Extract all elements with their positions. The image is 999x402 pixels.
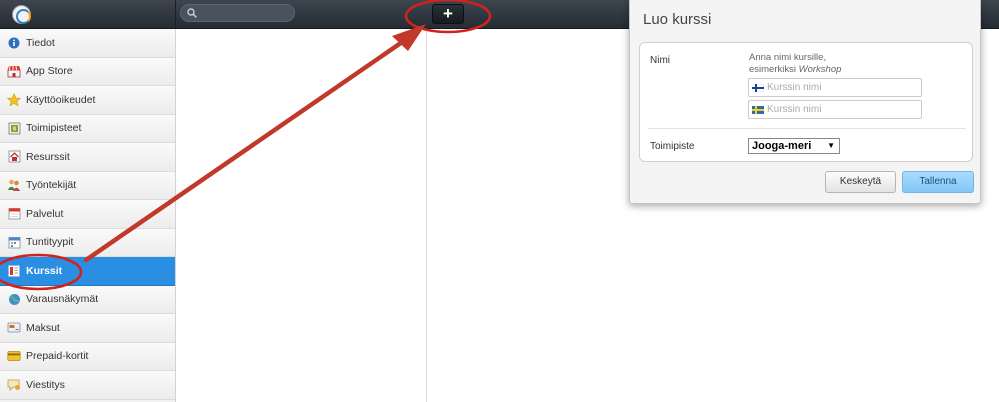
house-icon	[7, 150, 21, 164]
course-icon	[7, 264, 21, 278]
globe-icon	[7, 292, 21, 306]
sidebar-item-kayttooikeudet[interactable]: Käyttöoikeudet	[0, 86, 175, 115]
sidebar-item-tiedot[interactable]: Tiedot	[0, 29, 175, 58]
sidebar-item-kurssit[interactable]: Kurssit	[0, 257, 175, 286]
sidebar-item-label: Kurssit	[26, 264, 63, 277]
course-list-panel	[177, 29, 427, 402]
sidebar-item-tuntityypit[interactable]: Tuntityypit	[0, 228, 175, 257]
help-example: Workshop	[798, 64, 842, 75]
message-icon	[7, 378, 21, 392]
calendar-grid-icon	[7, 235, 21, 249]
help-line-2-prefix: esimerkiksi	[749, 64, 799, 75]
logo-area	[0, 0, 176, 29]
sidebar: Tiedot App Store Käyttöoikeudet Toimipis…	[0, 29, 176, 402]
search-input[interactable]	[201, 6, 291, 20]
calendar-icon	[7, 207, 21, 221]
location-select-value: Jooga-meri	[752, 140, 812, 152]
location-label: Toimipiste	[650, 141, 695, 152]
dialog-title: Luo kurssi	[643, 11, 712, 28]
finnish-flag-icon	[752, 84, 764, 92]
sidebar-item-label: Käyttöoikeudet	[26, 93, 96, 106]
search-icon	[187, 8, 197, 18]
sidebar-item-label: Tuntityypit	[26, 236, 74, 249]
sidebar-item-label: Palvelut	[26, 207, 64, 220]
info-icon	[7, 36, 21, 50]
course-name-fi-input[interactable]	[767, 80, 917, 95]
location-icon	[7, 121, 21, 135]
search-box[interactable]	[180, 4, 295, 22]
form-divider	[648, 128, 966, 129]
sidebar-item-maksut[interactable]: Maksut	[0, 314, 175, 343]
help-line-1: Anna nimi kursille,	[749, 52, 827, 63]
save-button[interactable]: Tallenna	[902, 171, 974, 193]
sidebar-item-label: Työntekijät	[26, 179, 77, 192]
sidebar-item-app-store[interactable]: App Store	[0, 57, 175, 86]
sidebar-item-label: Resurssit	[26, 150, 70, 163]
sidebar-item-label: Maksut	[26, 321, 60, 334]
course-name-sv-input[interactable]	[767, 102, 917, 117]
store-icon	[7, 64, 21, 78]
sidebar-item-label: Tiedot	[26, 36, 55, 49]
sidebar-item-palvelut[interactable]: Palvelut	[0, 200, 175, 229]
sidebar-item-label: Varausnäkymät	[26, 293, 99, 306]
sidebar-item-label: Prepaid-kortit	[26, 350, 89, 363]
sidebar-item-varausnakymat[interactable]: Varausnäkymät	[0, 285, 175, 314]
dialog-form: Nimi Anna nimi kursille, esimerkiksi Wor…	[639, 42, 973, 162]
sidebar-item-toimipisteet[interactable]: Toimipisteet	[0, 114, 175, 143]
cancel-button[interactable]: Keskeytä	[825, 171, 896, 193]
name-field-fi[interactable]	[748, 78, 922, 97]
sidebar-item-label: Toimipisteet	[26, 122, 82, 135]
sidebar-item-label: App Store	[26, 65, 73, 78]
add-button[interactable]: +	[432, 4, 464, 24]
name-label: Nimi	[650, 55, 670, 66]
card-icon	[7, 349, 21, 363]
sidebar-item-tyontekijat[interactable]: Työntekijät	[0, 171, 175, 200]
name-field-sv[interactable]	[748, 100, 922, 119]
sidebar-item-prepaid-kortit[interactable]: Prepaid-kortit	[0, 342, 175, 371]
star-icon	[7, 92, 21, 107]
app-window: + Tiedot App Store Käyttöoikeudet Toimip…	[0, 0, 999, 402]
app-logo-icon[interactable]	[12, 5, 31, 24]
people-icon	[7, 178, 21, 192]
name-help-text: Anna nimi kursille, esimerkiksi Workshop	[749, 52, 841, 76]
chevron-down-icon: ▼	[827, 141, 835, 150]
payment-icon	[7, 321, 21, 335]
location-select[interactable]: Jooga-meri ▼	[748, 138, 840, 154]
help-line-2: esimerkiksi Workshop	[749, 64, 841, 76]
sidebar-item-label: Viestitys	[26, 378, 65, 391]
sidebar-item-viestitys[interactable]: Viestitys	[0, 371, 175, 400]
swedish-flag-icon	[752, 106, 764, 114]
sidebar-item-resurssit[interactable]: Resurssit	[0, 143, 175, 172]
create-course-dialog: Luo kurssi Nimi Anna nimi kursille, esim…	[629, 0, 981, 204]
